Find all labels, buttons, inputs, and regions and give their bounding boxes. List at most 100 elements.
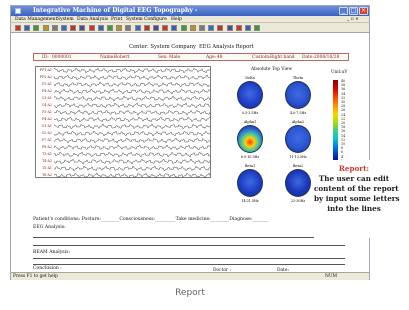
app-icon xyxy=(15,8,21,14)
date-label: Date: xyxy=(302,55,314,60)
name-value[interactable]: Robert xyxy=(114,55,129,60)
eeg-trace xyxy=(53,130,211,137)
eeg-trace xyxy=(53,74,211,81)
menu-system[interactable]: System xyxy=(57,16,74,23)
eeg-trace xyxy=(53,116,211,123)
eeg-trace xyxy=(53,67,211,74)
montage-icon[interactable] xyxy=(51,25,58,31)
eeg-trace xyxy=(53,144,211,151)
record2-icon[interactable] xyxy=(153,25,159,31)
zoom-icon[interactable] xyxy=(79,25,86,31)
menu-system-configure[interactable]: System Configure xyxy=(126,16,167,23)
unit-label: Unit:uV xyxy=(331,69,348,74)
topomap-head[interactable] xyxy=(237,125,263,153)
channel-label: O1-A1 xyxy=(41,124,52,128)
play-icon[interactable] xyxy=(24,25,31,31)
eeg-trace xyxy=(53,165,211,172)
text-icon[interactable] xyxy=(171,25,178,31)
menu-data-analysis[interactable]: Data Analysis xyxy=(77,16,108,23)
menu-help[interactable]: Help xyxy=(171,16,182,23)
callout-line-1: The user can edit xyxy=(318,174,390,183)
eeg-trace xyxy=(53,109,211,116)
menu-data-management[interactable]: Data Management xyxy=(15,16,57,23)
open-icon[interactable] xyxy=(97,25,104,31)
report-icon[interactable] xyxy=(245,25,251,31)
topomap-head[interactable] xyxy=(285,169,311,197)
topo-icon[interactable] xyxy=(217,25,224,31)
bar-icon[interactable] xyxy=(208,25,215,31)
eeg-trace xyxy=(53,95,211,102)
minimize-button[interactable]: _ xyxy=(339,7,348,15)
stop-icon[interactable] xyxy=(15,25,21,31)
topomap-range-label: 14-21.5Hz xyxy=(241,199,259,203)
beam-analysis-label: BEAM Analysis: xyxy=(33,250,71,255)
topomap-head[interactable] xyxy=(285,125,311,153)
topomap-band-label: Alpha2 xyxy=(291,120,305,124)
channel-label: T4-A2 xyxy=(42,159,52,163)
eeg-trace xyxy=(53,151,211,158)
menu-print[interactable]: Print xyxy=(111,16,122,23)
custom-value[interactable]: Right hand xyxy=(270,55,295,60)
patient-conditions-line[interactable]: Patient's conditions: Posture:________Co… xyxy=(33,217,268,222)
age-label: Age: xyxy=(206,55,217,60)
status-num-indicator: NUM xyxy=(325,274,338,279)
channel-label: C4-A2 xyxy=(41,103,52,107)
name-label: Name: xyxy=(100,55,115,60)
channel-label: F4-A2 xyxy=(42,89,52,93)
topomap-band-label: Theta xyxy=(292,76,304,80)
age-value[interactable]: 48 xyxy=(217,55,223,60)
mark-icon[interactable] xyxy=(162,25,169,31)
channel-label: P3-A1 xyxy=(42,110,52,114)
save-icon[interactable] xyxy=(107,25,113,31)
id-value[interactable]: 0000001 xyxy=(52,55,72,60)
eeg-trace xyxy=(53,158,211,165)
beam-analysis-line-1[interactable] xyxy=(33,258,345,259)
cut-icon[interactable] xyxy=(116,25,123,31)
filter-icon[interactable] xyxy=(61,25,67,31)
list-icon[interactable] xyxy=(42,25,49,31)
scan-icon[interactable] xyxy=(189,25,196,31)
conclusion-label: Conclusion : xyxy=(33,266,62,271)
topomap-head[interactable] xyxy=(285,81,311,109)
topomap-head[interactable] xyxy=(237,169,263,197)
next-icon[interactable] xyxy=(33,25,40,31)
channel-label: P4-A2 xyxy=(42,117,52,121)
sex-value[interactable]: Male xyxy=(169,55,180,60)
date-value[interactable]: 2008/10/28 xyxy=(314,55,339,60)
callout-title: Report: xyxy=(338,164,370,173)
topomap-band-label: Beta2 xyxy=(292,164,304,168)
figure-caption: Report xyxy=(175,288,205,298)
eeg-trace xyxy=(53,81,211,88)
inner-window-controls[interactable]: _ ▫ × xyxy=(347,16,359,23)
grid-icon[interactable] xyxy=(199,25,205,31)
beam-analysis-line-2[interactable] xyxy=(33,264,345,265)
eeg-trace xyxy=(53,172,211,179)
wave-icon[interactable] xyxy=(70,25,77,31)
pen-icon[interactable] xyxy=(180,25,187,31)
topomap-band-label: Alpha1 xyxy=(243,120,257,124)
maximize-button[interactable]: □ xyxy=(349,7,358,15)
close-icon[interactable] xyxy=(134,25,141,31)
patient-info-row: ID: 0000001 Name: Robert Sex: Male Age: … xyxy=(33,53,349,61)
topomap-band-label: Beta1 xyxy=(244,164,256,168)
erase-icon[interactable] xyxy=(125,25,132,31)
topomap-band-label: Delta xyxy=(245,76,255,80)
record-icon[interactable] xyxy=(143,25,150,31)
map-icon[interactable] xyxy=(226,25,233,31)
custom-label: Custom: xyxy=(252,55,271,60)
close-button[interactable]: × xyxy=(359,7,368,15)
title-bar[interactable]: Integrative Machine of Digital EEG Topog… xyxy=(11,6,369,16)
window-title: Integrative Machine of Digital EEG Topog… xyxy=(33,7,198,14)
topomap-head[interactable] xyxy=(237,81,263,109)
eeg-trace xyxy=(53,88,211,95)
toolbar xyxy=(11,23,369,33)
help-icon[interactable] xyxy=(254,25,261,31)
sex-label: Sex: xyxy=(158,55,168,60)
add-icon[interactable] xyxy=(88,25,95,31)
eeg-trace xyxy=(53,102,211,109)
eeg-analysis-line-2[interactable] xyxy=(33,245,345,246)
print-icon[interactable] xyxy=(235,25,242,31)
menu-bar: Data Management System Data Analysis Pri… xyxy=(11,16,369,23)
topomap-range-label: 22-30Hz xyxy=(290,199,306,203)
eeg-analysis-line-1[interactable] xyxy=(33,237,345,238)
